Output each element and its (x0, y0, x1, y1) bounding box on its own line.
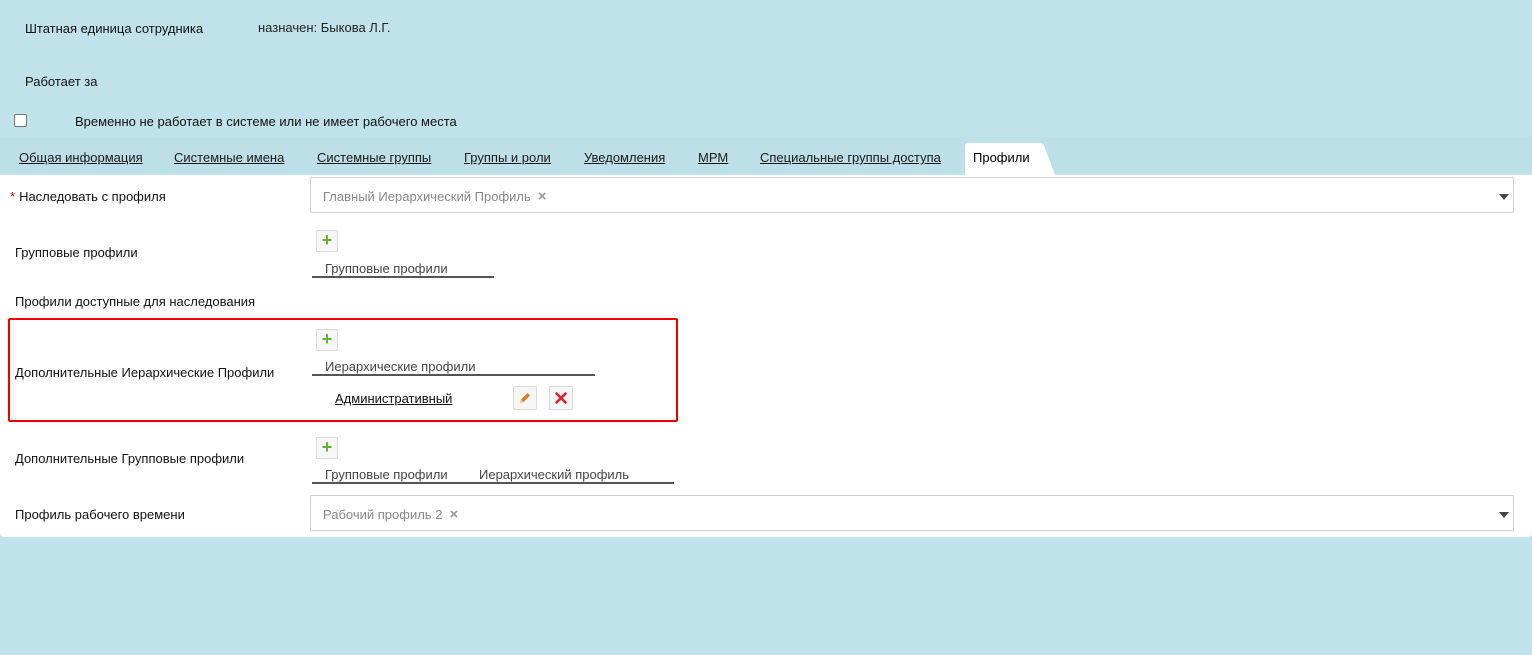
column-underline (312, 276, 494, 278)
extra-group-column-2: Иерархический профиль (479, 467, 630, 482)
work-time-label: Профиль рабочего времени (15, 507, 185, 522)
chevron-down-icon[interactable] (1499, 512, 1509, 518)
required-mark: * (10, 189, 16, 204)
tab-profiles[interactable]: Профили (965, 143, 1055, 175)
column-underline (312, 482, 674, 484)
works-for-label: Работает за (25, 74, 98, 89)
inherit-value: Главный Иерархический Профиль × (323, 188, 547, 205)
group-profiles-column: Групповые профили (325, 261, 448, 276)
add-group-profile-button[interactable]: + (316, 230, 338, 252)
plus-icon: + (321, 230, 333, 250)
extra-group-label: Дополнительные Групповые профили (15, 451, 245, 466)
tab-profiles-label: Профили (973, 150, 1030, 165)
edit-button[interactable] (513, 386, 537, 410)
tab-groups-roles[interactable]: Группы и роли (464, 150, 551, 165)
chevron-down-icon[interactable] (1499, 194, 1509, 200)
extra-hier-label: Дополнительные Иерархические Профили (15, 365, 275, 380)
delete-button[interactable] (549, 386, 573, 410)
close-icon[interactable]: × (538, 188, 547, 205)
profile-link-administrative[interactable]: Административный (335, 391, 452, 406)
temp-absent-label: Временно не работает в системе или не им… (75, 114, 457, 129)
tab-system-names[interactable]: Системные имена (174, 150, 284, 165)
tab-notifications[interactable]: Уведомления (584, 150, 665, 165)
hier-profiles-column: Иерархические профили (325, 359, 476, 374)
staff-unit-label: Штатная единица сотрудника (25, 21, 204, 36)
tab-system-groups[interactable]: Системные группы (317, 150, 431, 165)
tab-special-access-groups[interactable]: Специальные группы доступа (760, 150, 941, 165)
work-time-select[interactable]: Рабочий профиль 2 × (310, 495, 1514, 531)
close-icon[interactable]: × (449, 506, 458, 523)
extra-group-column-1: Групповые профили (325, 467, 448, 482)
tab-general-info[interactable]: Общая информация (19, 150, 143, 165)
available-profiles-label: Профили доступные для наследования (15, 294, 256, 309)
inherit-select[interactable]: Главный Иерархический Профиль × (310, 177, 1514, 213)
delete-icon (555, 392, 567, 404)
column-underline (312, 374, 595, 376)
pencil-icon (520, 393, 530, 403)
plus-icon: + (321, 437, 333, 457)
temp-absent-checkbox[interactable] (14, 114, 27, 127)
add-extra-group-button[interactable]: + (316, 437, 338, 459)
tab-mrm[interactable]: МРМ (698, 150, 728, 165)
group-profiles-label: Групповые профили (15, 245, 138, 260)
plus-icon: + (321, 329, 333, 349)
inherit-label: * Наследовать с профиля (10, 189, 166, 204)
staff-unit-value: назначен: Быкова Л.Г. (258, 20, 391, 35)
add-hier-profile-button[interactable]: + (316, 329, 338, 351)
work-time-value: Рабочий профиль 2 × (323, 506, 459, 523)
